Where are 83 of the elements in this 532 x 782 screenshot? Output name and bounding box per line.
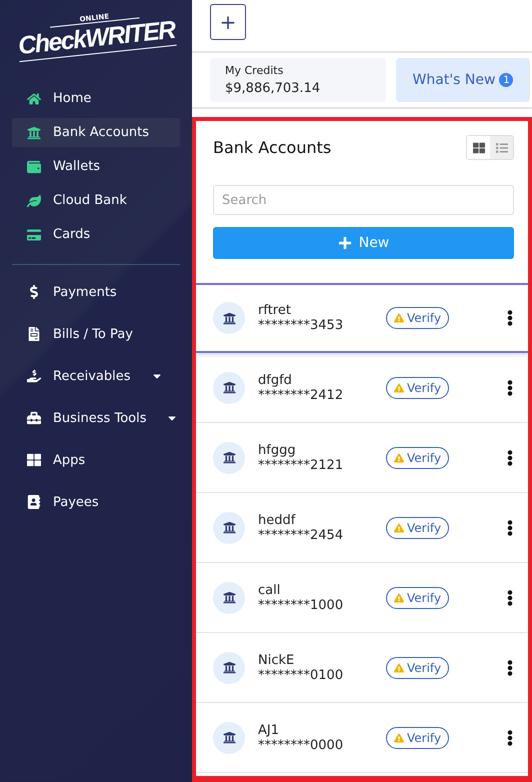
verify-button[interactable]: Verify <box>386 376 450 398</box>
sidebar-item-label: Home <box>53 91 92 106</box>
verify-button[interactable]: Verify <box>386 307 450 329</box>
account-number: ********2454 <box>258 528 344 542</box>
sidebar-item-label: Bank Accounts <box>53 125 150 140</box>
credits-label: My Credits <box>225 64 284 77</box>
warning-icon <box>394 662 404 672</box>
account-row[interactable]: heddf ********2454 Verify <box>196 493 528 563</box>
toolbox-icon <box>27 411 43 425</box>
sidebar-item[interactable]: Cloud Bank <box>12 186 180 215</box>
sidebar-item[interactable]: Bills / To Pay <box>12 317 180 351</box>
search-field[interactable]: Search <box>213 185 514 215</box>
sidebar-item-label: Cloud Bank <box>53 193 127 208</box>
credits-amount: $9,886,703.14 <box>225 81 322 96</box>
bank-icon <box>213 442 245 474</box>
warning-icon <box>394 382 404 392</box>
sidebar-item[interactable]: Apps <box>12 443 180 477</box>
account-row[interactable]: dfgfd ********2412 Verify <box>196 353 528 423</box>
panel-title: Bank Accounts <box>213 138 332 157</box>
warning-icon <box>394 732 404 742</box>
sidebar-item-label: Payments <box>53 284 117 300</box>
account-name: dfgfd <box>258 372 293 388</box>
sidebar-item[interactable]: Wallets <box>12 152 180 181</box>
plus-icon <box>338 236 352 250</box>
sidebar-item-label: Cards <box>53 227 90 242</box>
warning-icon <box>394 313 404 323</box>
contact-book-icon <box>27 495 43 509</box>
verify-button[interactable]: Verify <box>386 586 450 608</box>
bank-icon <box>213 372 245 404</box>
sidebar-item[interactable]: Business Tools <box>12 401 180 435</box>
whats-new-button[interactable]: What's New 1 <box>396 58 530 102</box>
home-icon <box>27 92 43 106</box>
account-name: NickE <box>258 652 296 668</box>
sidebar-item-label: Bills / To Pay <box>53 326 133 342</box>
sidebar-item-label: Business Tools <box>53 410 146 426</box>
account-number: ********3453 <box>258 318 344 333</box>
verify-button[interactable]: Verify <box>386 726 450 748</box>
sidebar-item[interactable]: Receivables <box>12 359 180 393</box>
account-name: rftret <box>258 303 292 318</box>
account-name: call <box>258 582 282 598</box>
account-row[interactable]: hfggg ********2121 Verify <box>196 423 528 493</box>
add-button[interactable]: + <box>210 4 246 40</box>
verify-button[interactable]: Verify <box>386 446 450 468</box>
sidebar-item-label: Apps <box>53 452 86 468</box>
account-number: ********1000 <box>258 598 344 612</box>
bank-icon <box>213 512 245 544</box>
account-number: ********2121 <box>258 458 344 472</box>
sidebar-item[interactable]: Payments <box>12 275 180 309</box>
verify-button[interactable]: Verify <box>386 516 450 538</box>
bank-icon <box>213 722 245 754</box>
wallet-icon <box>27 160 43 174</box>
account-row[interactable]: rftret ********3453 Verify <box>196 283 528 353</box>
account-row[interactable]: NickE ********0100 Verify <box>196 633 528 703</box>
account-name: heddf <box>258 512 297 528</box>
sidebar-item[interactable]: Bank Accounts <box>12 118 180 147</box>
warning-icon <box>394 452 404 462</box>
grid-icon <box>472 142 484 154</box>
card-icon <box>27 228 43 242</box>
bank-icon <box>213 652 245 684</box>
account-number: ********2412 <box>258 388 344 402</box>
leaf-icon <box>27 194 43 208</box>
account-number: ********0100 <box>258 668 344 682</box>
bank-icon <box>213 302 245 334</box>
sidebar-item[interactable]: Payees <box>12 485 180 519</box>
verify-button[interactable]: Verify <box>386 656 450 678</box>
sidebar-item-label: Wallets <box>53 159 100 174</box>
list-icon <box>496 142 508 154</box>
account-number: ********0000 <box>258 738 344 752</box>
bank-icon <box>27 126 43 140</box>
sidebar-item[interactable]: Cards <box>12 220 180 249</box>
grid-icon <box>27 453 43 467</box>
sidebar-item-label: Payees <box>53 494 99 510</box>
hand-coin-icon <box>27 369 43 383</box>
account-name: AJ1 <box>258 722 280 738</box>
sidebar-item-label: Receivables <box>53 368 130 384</box>
account-row[interactable]: call ********1000 Verify <box>196 563 528 633</box>
account-name: hfggg <box>258 442 297 458</box>
count-badge: 1 <box>499 73 514 87</box>
bank-icon <box>213 582 245 614</box>
sidebar-item[interactable]: Home <box>12 84 180 113</box>
warning-icon <box>394 592 404 602</box>
warning-icon <box>394 522 404 532</box>
account-row[interactable]: AJ1 ********0000 Verify <box>196 703 528 773</box>
